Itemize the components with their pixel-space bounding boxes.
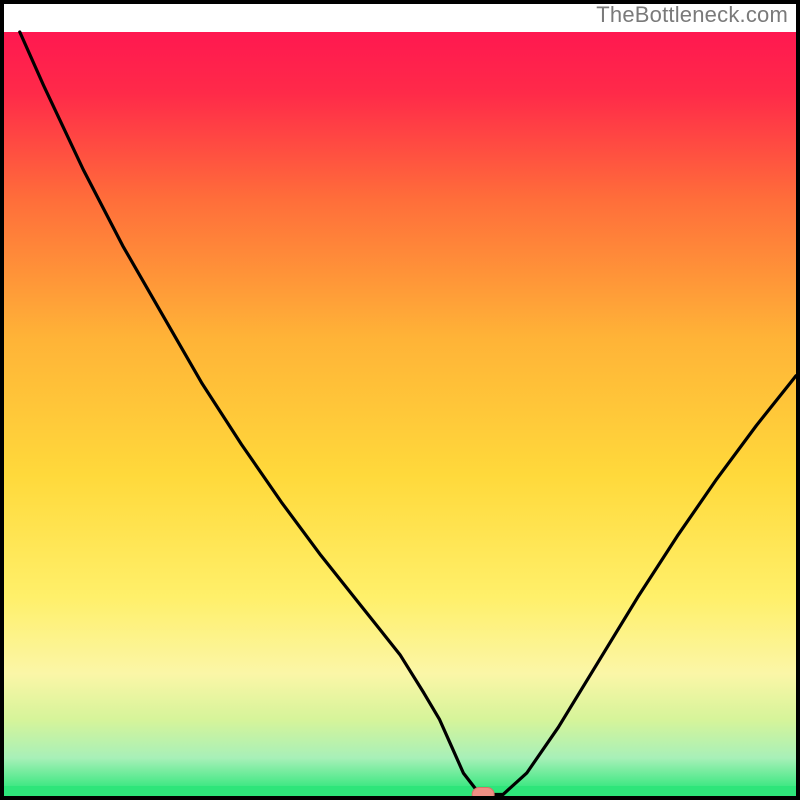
gradient-background bbox=[4, 32, 796, 796]
green-band bbox=[4, 786, 796, 796]
chart-svg bbox=[0, 0, 800, 800]
watermark-text: TheBottleneck.com bbox=[596, 2, 788, 28]
bottleneck-chart: TheBottleneck.com bbox=[0, 0, 800, 800]
